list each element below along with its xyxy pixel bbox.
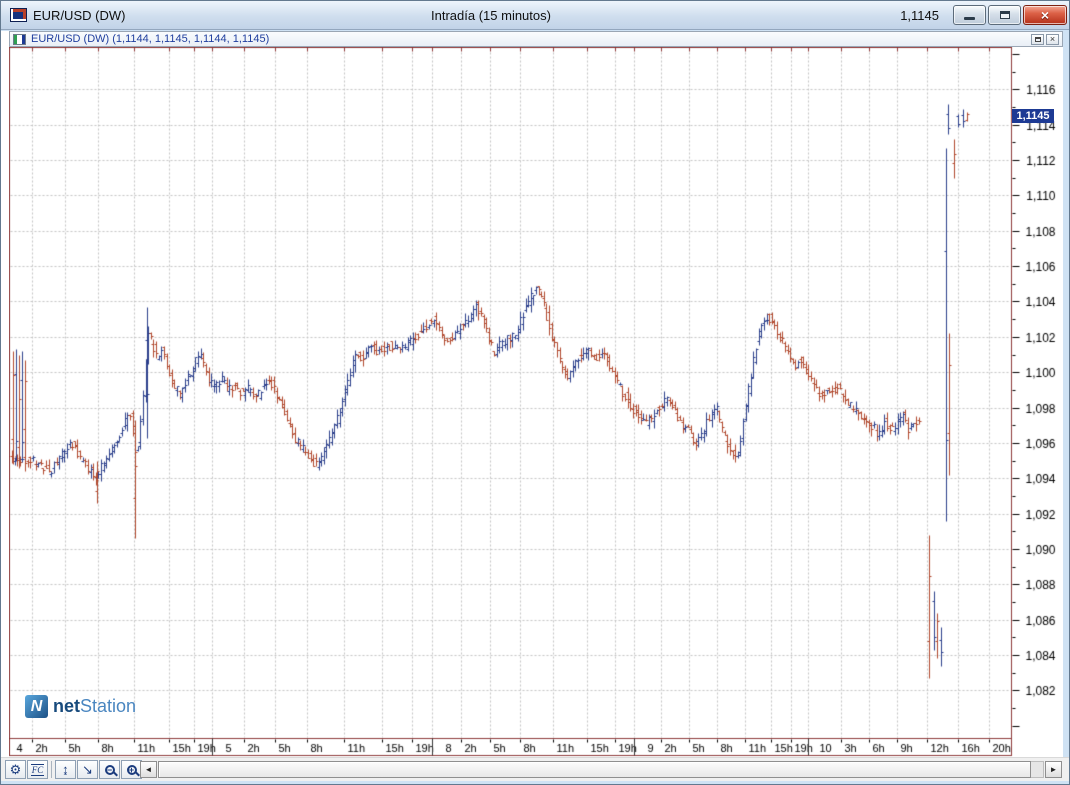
last-price-tag: 1,1145 [1012, 109, 1054, 123]
close-button[interactable]: × [1023, 5, 1067, 25]
close-icon: × [1041, 7, 1049, 23]
chart-icon [13, 34, 26, 45]
arrow-left-icon: ◄ [145, 765, 153, 774]
indicators-button[interactable]: FC [27, 760, 48, 779]
app-window: EUR/USD (DW) Intradía (15 minutos) 1,114… [0, 0, 1070, 785]
bottom-toolbar: ⚙ FC ↨ ↘ − + ◄ ► [1, 757, 1070, 781]
chart-area: 1,1145 N net Station [9, 47, 1063, 757]
title-bar[interactable]: EUR/USD (DW) Intradía (15 minutos) 1,114… [1, 1, 1070, 30]
minimize-button[interactable] [953, 5, 986, 25]
window-frame-edge [1063, 31, 1070, 757]
maximize-button[interactable] [988, 5, 1021, 25]
settings-icon: ⚙ [10, 763, 22, 776]
restore-icon [1035, 37, 1041, 42]
netstation-logo-icon: N [25, 695, 48, 718]
vertical-fit-button[interactable]: ↨ [55, 760, 76, 779]
window-frame-bottom [1, 781, 1070, 785]
chart-restore-button[interactable] [1031, 34, 1044, 45]
scroll-left-button[interactable]: ◄ [140, 761, 157, 778]
reset-zoom-icon: ↘ [82, 763, 93, 776]
arrow-right-icon: ► [1050, 765, 1058, 774]
window-subtitle: Intradía (15 minutos) [1, 8, 981, 23]
window-last-price: 1,1145 [900, 8, 939, 23]
vertical-fit-icon: ↨ [62, 763, 69, 776]
indicators-icon: FC [31, 764, 45, 776]
close-icon: × [1050, 35, 1055, 44]
maximize-icon [1000, 11, 1010, 19]
zoom-out-button[interactable]: − [99, 760, 120, 779]
zoom-in-button[interactable]: + [121, 760, 142, 779]
price-chart-canvas[interactable] [9, 47, 1063, 757]
netstation-logo-station: Station [80, 696, 136, 717]
zoom-in-icon: + [127, 765, 137, 775]
chart-close-button[interactable]: × [1046, 34, 1059, 45]
toolbar-separator [51, 761, 52, 778]
scroll-right-button[interactable]: ► [1045, 761, 1062, 778]
ohlc-status-line: EUR/USD (DW) (1,1144, 1,1145, 1,1144, 1,… [31, 33, 269, 45]
minimize-icon [964, 17, 975, 20]
zoom-out-icon: − [105, 765, 115, 775]
chart-window-header[interactable]: EUR/USD (DW) (1,1144, 1,1145, 1,1144, 1,… [9, 31, 1063, 47]
settings-button[interactable]: ⚙ [5, 760, 26, 779]
reset-zoom-button[interactable]: ↘ [77, 760, 98, 779]
horizontal-scrollbar-thumb[interactable] [158, 761, 1031, 778]
netstation-logo-net: net [53, 696, 80, 717]
netstation-logo: N net Station [25, 695, 136, 718]
